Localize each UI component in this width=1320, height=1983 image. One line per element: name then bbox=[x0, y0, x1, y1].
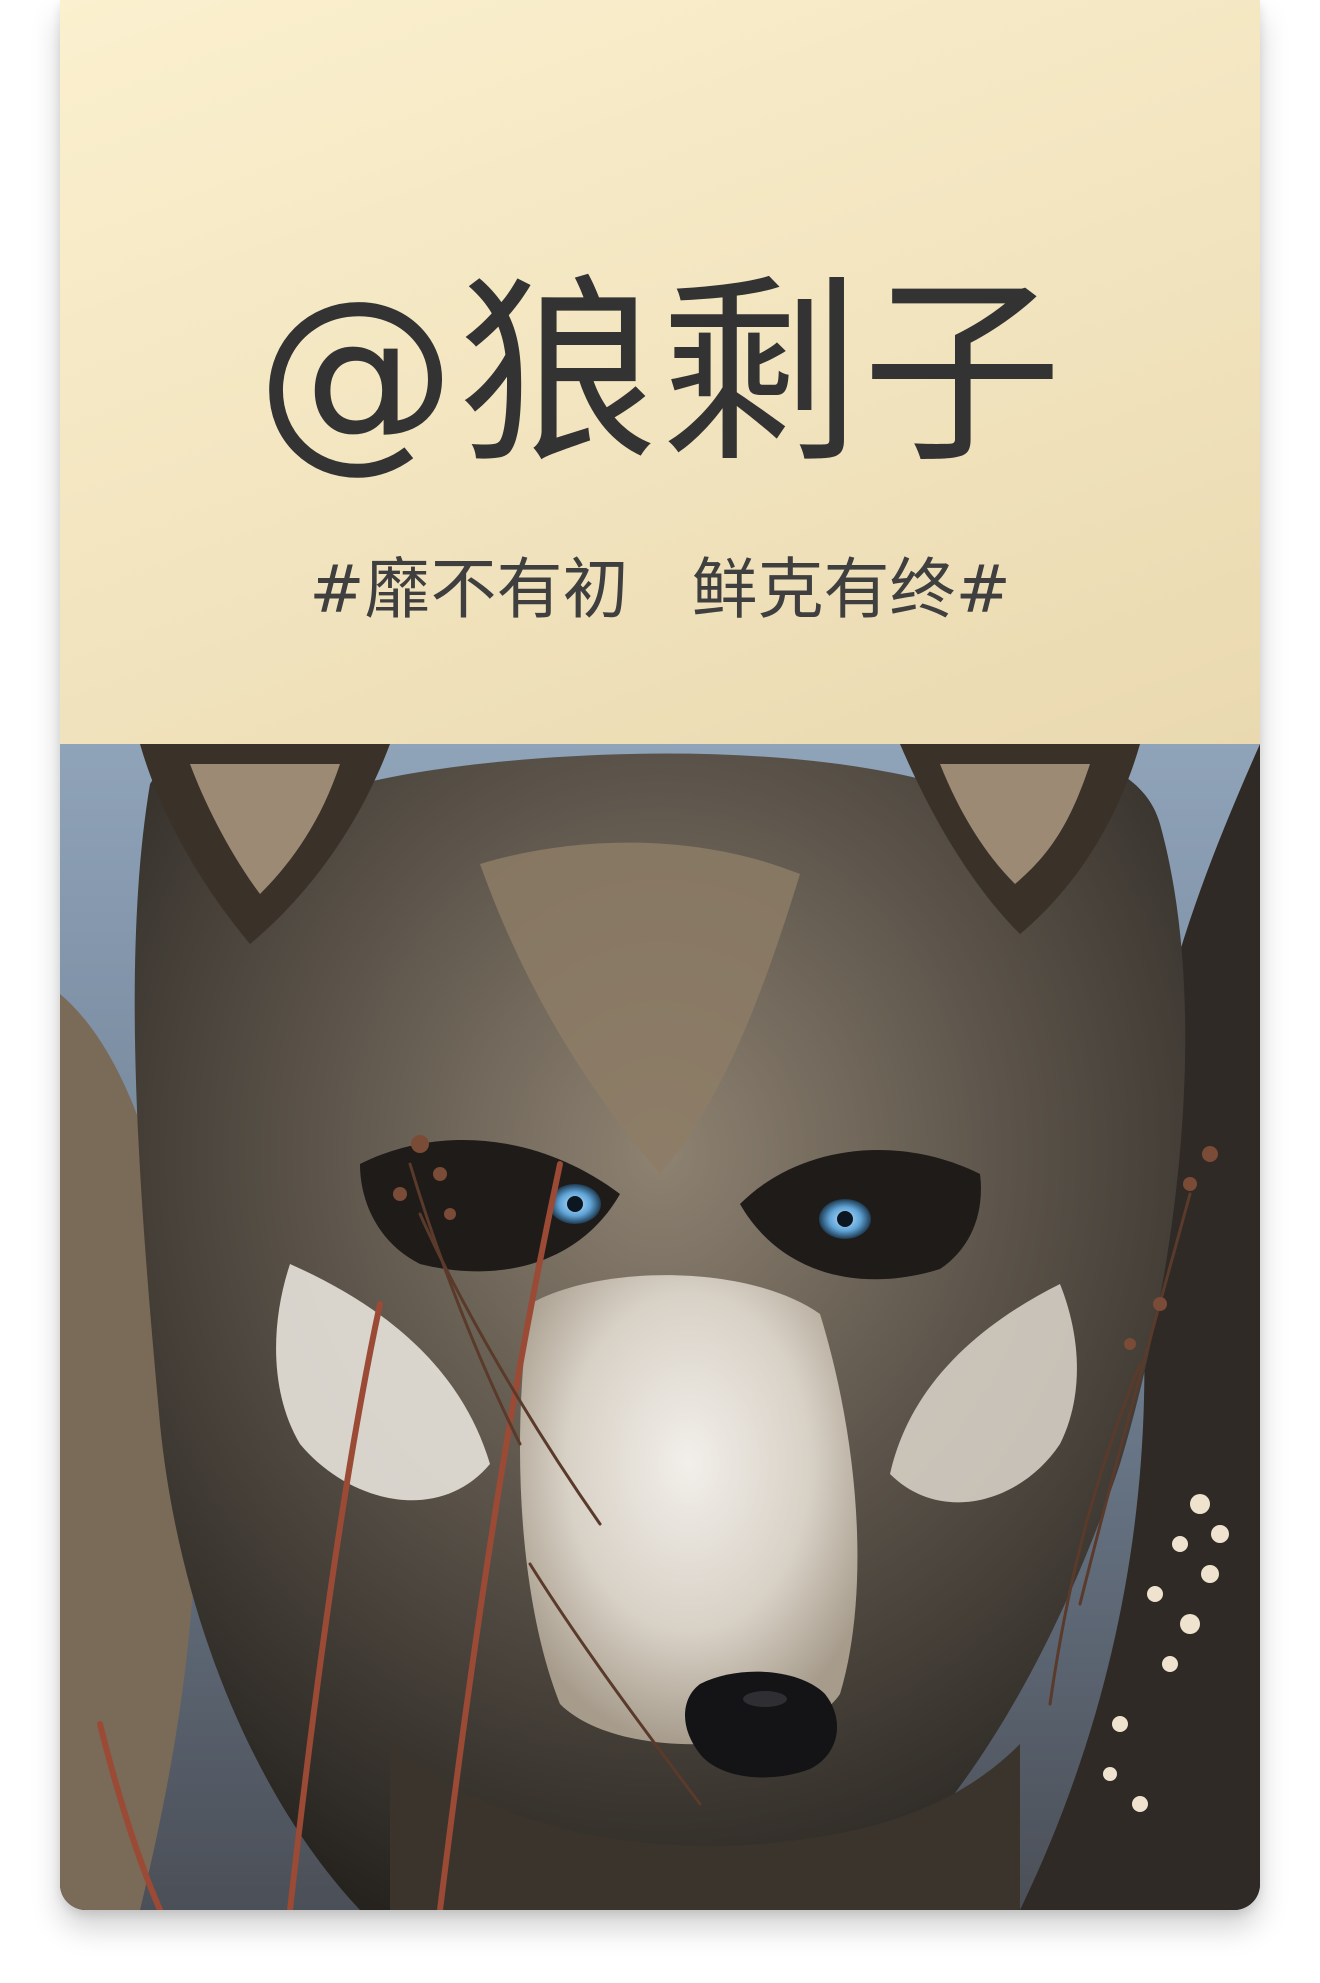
wolf-photo bbox=[60, 744, 1260, 1910]
card-header: @狼剩子 #靡不有初 鲜克有终# bbox=[60, 0, 1260, 744]
page-title: @狼剩子 bbox=[255, 258, 1064, 491]
wolf-photo-icon bbox=[60, 744, 1260, 1910]
motto-subtitle: #靡不有初 鲜克有终# bbox=[309, 551, 1011, 628]
profile-card: @狼剩子 #靡不有初 鲜克有终# bbox=[60, 0, 1260, 1910]
